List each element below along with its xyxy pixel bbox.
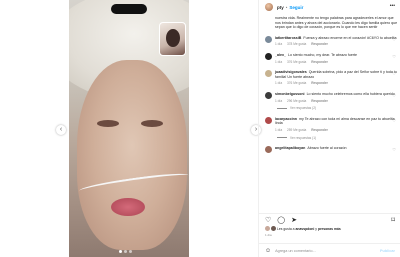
emoji-icon[interactable]: ☺: [265, 248, 271, 254]
comment-avatar[interactable]: [265, 116, 272, 124]
comment-avatar[interactable]: [265, 52, 272, 60]
comment-time: 1 día: [275, 59, 283, 64]
comment-item: angelitapaliboyan Abrazo fuerte al corazó…: [265, 146, 399, 154]
comment-item: simonbelgussoni Lo siento mucho celebremo…: [265, 91, 399, 111]
likes-summary[interactable]: Les gusta a anavspdoni y personas más: [265, 226, 341, 231]
comments-scroll-area[interactable]: nuestra vida. Realmente no tengo palabra…: [265, 16, 399, 212]
heart-icon[interactable]: ♡: [265, 216, 271, 224]
view-replies-button[interactable]: Ver respuestas (1): [275, 136, 399, 141]
reply-button[interactable]: Responder: [311, 60, 328, 64]
comment-like-heart-icon[interactable]: ♡: [392, 54, 396, 60]
comment-avatar[interactable]: [265, 146, 272, 154]
comment-text: Abrazo fuerte al corazón: [307, 146, 347, 151]
comment-text: Lo siento mucho celebremos como ella hub…: [306, 91, 395, 96]
comment-item: _alex_ Lo siento mucho, my dear. Te abraz…: [265, 52, 399, 65]
comment-likes[interactable]: 378 Me gusta: [287, 42, 306, 46]
comment-like-heart-icon[interactable]: ♡: [392, 118, 396, 124]
comment-likes[interactable]: 259 Me gusta: [287, 128, 306, 132]
view-replies-button[interactable]: Ver respuestas (2): [275, 106, 399, 111]
comment-meta: 1 día 378 Me gusta Responder: [275, 42, 399, 47]
video-call-pip: [159, 22, 186, 56]
phone-notch: [111, 4, 147, 14]
comment-avatar[interactable]: [265, 35, 272, 43]
comment-time: 1 día: [275, 42, 283, 47]
likes-prefix: Les gusta a: [277, 226, 295, 231]
liker-avatar: [271, 226, 276, 231]
carousel-dot: [119, 250, 122, 253]
comment-username[interactable]: latbertitarossiB: [275, 36, 301, 40]
likes-others[interactable]: personas más: [318, 227, 341, 231]
comment-text: Lo siento mucho, my dear. Te abrazo fuer…: [288, 52, 358, 57]
likes-middle: y: [315, 226, 317, 231]
video-eye-right: [141, 120, 163, 127]
author-avatar[interactable]: [265, 3, 273, 11]
video-lips: [111, 198, 145, 216]
post-date: 1 día: [265, 233, 272, 237]
comment-like-heart-icon[interactable]: ♡: [392, 147, 396, 153]
liker-avatar: [265, 226, 270, 231]
share-icon[interactable]: ➤: [291, 216, 297, 224]
post-details-panel: pty • Seguir ••• nuestra vida. Realmente…: [258, 0, 400, 257]
bookmark-icon[interactable]: ⌑: [391, 216, 395, 224]
video-eye-left: [97, 120, 119, 127]
comment-meta: 1 día 259 Me gusta Responder: [275, 128, 399, 133]
comment-username[interactable]: simonbelgussoni: [275, 92, 305, 96]
comment-meta: 1 día 376 Me gusta Responder: [275, 60, 399, 65]
comment-time: 1 día: [275, 98, 283, 103]
comment-icon[interactable]: ◯: [277, 216, 285, 224]
comment-avatar[interactable]: [265, 91, 272, 99]
post-actions-bar: ♡ ◯ ➤ ⌑: [259, 213, 400, 225]
comment-likes[interactable]: 296 Me gusta: [287, 99, 306, 103]
more-options-icon[interactable]: •••: [390, 3, 395, 9]
comment-like-heart-icon[interactable]: ♡: [392, 72, 396, 77]
header-separator: •: [285, 4, 288, 10]
comment-item: latbertitarossiB Fuerza y abrazo enorme e…: [265, 35, 399, 47]
previous-post-arrow-icon[interactable]: ‹: [56, 125, 66, 135]
comment-username[interactable]: juaadivisigonzales: [275, 70, 307, 74]
comment-username[interactable]: _alex_: [275, 53, 286, 57]
reply-button[interactable]: Responder: [311, 42, 328, 46]
comment-like-heart-icon[interactable]: ♡: [392, 37, 396, 43]
comment-text: Fuerza y abrazo enorme en el corazón! #C…: [303, 35, 397, 40]
carousel-dot: [124, 250, 127, 253]
carousel-dot: [129, 250, 132, 253]
comment-username[interactable]: lacarpaccinn: [275, 117, 297, 121]
carousel-dots: [119, 250, 132, 253]
comment-meta: 1 día 376 Me gusta Responder: [275, 81, 399, 86]
comment-likes[interactable]: 376 Me gusta: [287, 60, 306, 64]
comment-input[interactable]: Agrega un comentario...: [275, 249, 316, 253]
author-username[interactable]: pty: [277, 5, 284, 10]
post-header: pty • Seguir •••: [259, 0, 400, 14]
reply-button[interactable]: Responder: [311, 99, 328, 103]
follow-button[interactable]: Seguir: [289, 5, 303, 10]
post-caption: nuestra vida. Realmente no tengo palabra…: [275, 16, 398, 30]
comment-time: 1 día: [275, 81, 283, 86]
likes-user[interactable]: anavspdoni: [295, 227, 314, 231]
comment-likes[interactable]: 376 Me gusta: [287, 81, 306, 85]
video-face: [77, 60, 187, 250]
comment-username[interactable]: angelitapaliboyan: [275, 146, 305, 150]
post-video[interactable]: [69, 0, 189, 257]
comment-avatar[interactable]: [265, 70, 272, 78]
add-comment-bar: ☺ Agrega un comentario... Publicar: [259, 243, 400, 257]
comment-meta: 1 día 296 Me gusta Responder: [275, 99, 399, 104]
comment-item: juaadivisigonzales Querida sobrina, pido …: [265, 70, 399, 86]
comment-time: 1 día: [275, 127, 283, 132]
post-comment-button[interactable]: Publicar: [380, 249, 395, 253]
comment-item: lacarpaccinn my Te abrazo con toda mi alm…: [265, 116, 399, 141]
comment-like-heart-icon[interactable]: ♡: [392, 93, 396, 99]
reply-button[interactable]: Responder: [311, 81, 328, 85]
reply-button[interactable]: Responder: [311, 128, 328, 132]
